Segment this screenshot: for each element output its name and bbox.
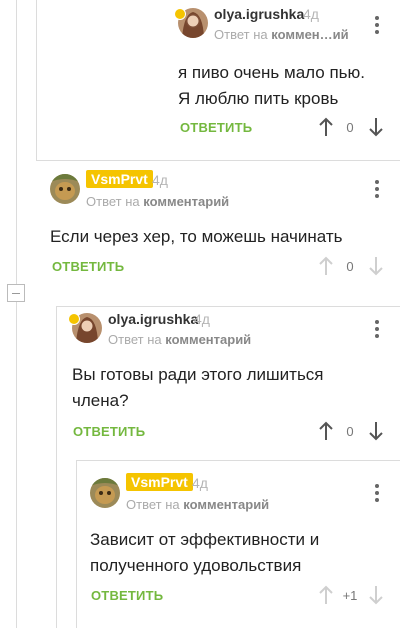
reply-to-link[interactable]: комментарий (165, 332, 251, 347)
comment-author[interactable]: olya.igrushka (214, 6, 304, 22)
thread-line (76, 460, 77, 628)
thread-separator (56, 306, 400, 307)
comment-reply-to: Ответ на коммен…ий (214, 27, 349, 42)
arrow-up-icon[interactable] (318, 256, 334, 276)
comment-menu-button[interactable] (374, 180, 380, 201)
comment-author[interactable]: olya.igrushka (108, 311, 198, 327)
arrow-up-icon[interactable] (318, 421, 334, 441)
comment-score: 0 (346, 424, 354, 439)
collapse-thread-button[interactable] (7, 284, 25, 302)
comment-score: +1 (342, 588, 358, 603)
arrow-down-icon[interactable] (368, 256, 384, 276)
reply-button[interactable]: ОТВЕТИТЬ (91, 588, 163, 603)
comment-time: 4д (194, 311, 210, 327)
thread-line (56, 306, 57, 628)
comment-score: 0 (346, 120, 354, 135)
comment-text: Вы готовы ради этого лишиться члена? (72, 365, 324, 410)
comment-reply-to: Ответ на комментарий (126, 497, 270, 512)
minus-box-icon (12, 293, 20, 294)
reply-to-link[interactable]: комментарий (183, 497, 269, 512)
comment-text: я пиво очень мало пью. Я люблю пить кров… (178, 63, 365, 108)
author-badge-icon (68, 313, 80, 325)
reply-to-link[interactable]: коммен…ий (271, 27, 348, 42)
comment-score: 0 (346, 259, 354, 274)
arrow-up-icon[interactable] (318, 585, 334, 605)
thread-separator (76, 460, 400, 461)
comment-text: Если через хер, то можешь начинать (50, 227, 343, 246)
comment-menu-button[interactable] (374, 320, 380, 341)
reply-button[interactable]: ОТВЕТИТЬ (73, 424, 145, 439)
arrow-down-icon[interactable] (368, 585, 384, 605)
comment-author[interactable]: VsmPrvt (86, 170, 153, 188)
arrow-up-icon[interactable] (318, 117, 334, 137)
reply-button[interactable]: ОТВЕТИТЬ (52, 259, 124, 274)
comment-menu-button[interactable] (374, 484, 380, 505)
thread-separator (36, 160, 400, 161)
arrow-down-icon[interactable] (368, 117, 384, 137)
author-badge-icon (174, 8, 186, 20)
avatar[interactable] (50, 174, 80, 204)
comment-time: 4д (303, 6, 319, 22)
arrow-down-icon[interactable] (368, 421, 384, 441)
thread-line (16, 0, 17, 628)
comment-author[interactable]: VsmPrvt (126, 473, 193, 491)
comment-reply-to: Ответ на комментарий (86, 194, 230, 209)
thread-line (36, 0, 37, 160)
comment-time: 4д (192, 475, 208, 491)
comment-text: Зависит от эффективности и полученного у… (90, 530, 320, 575)
comment-time: 4д (152, 172, 168, 188)
reply-to-link[interactable]: комментарий (143, 194, 229, 209)
comment-menu-button[interactable] (374, 16, 380, 37)
reply-button[interactable]: ОТВЕТИТЬ (180, 120, 252, 135)
avatar[interactable] (90, 478, 120, 508)
comment-reply-to: Ответ на комментарий (108, 332, 252, 347)
